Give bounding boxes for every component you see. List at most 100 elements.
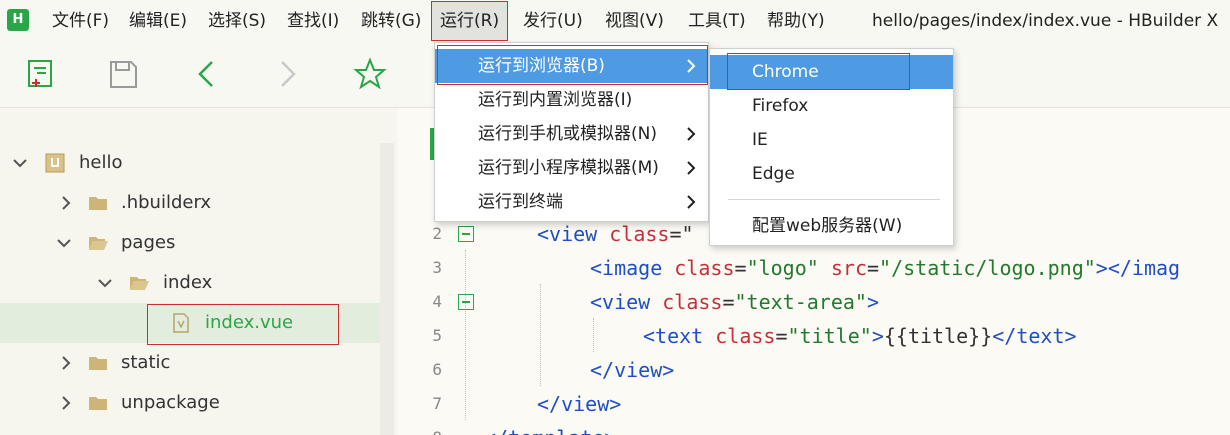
- menu-view[interactable]: 视图(V): [605, 0, 664, 42]
- hbuilder-logo-icon: H: [7, 9, 29, 31]
- code-token: "text-area": [734, 290, 867, 314]
- browser-edge-item[interactable]: Edge: [710, 157, 953, 191]
- chrome-highlight-box: [727, 53, 910, 90]
- forward-icon[interactable]: [270, 56, 306, 92]
- menu-goto[interactable]: 跳转(G): [361, 0, 421, 42]
- code-token: <view: [537, 222, 610, 246]
- chevron-right-icon: [687, 195, 696, 209]
- code-token: "title": [787, 324, 872, 348]
- code-token: class: [609, 222, 670, 246]
- browser-ie-item[interactable]: IE: [710, 123, 953, 157]
- menu-item-label: 运行到小程序模拟器(M): [478, 158, 659, 178]
- line-number: 6: [432, 360, 442, 379]
- back-icon[interactable]: [188, 56, 224, 92]
- menu-item-label: IE: [752, 130, 768, 150]
- new-file-icon[interactable]: [22, 56, 58, 92]
- line-number: 3: [432, 258, 442, 277]
- code-token: =: [722, 290, 735, 314]
- tree-item-hello[interactable]: hello: [0, 143, 380, 183]
- code-token: </view>: [537, 392, 622, 416]
- indent-guide: [540, 284, 541, 386]
- code-token: </view>: [590, 358, 675, 382]
- tree-label: pages: [121, 232, 176, 253]
- menu-find[interactable]: 查找(I): [287, 0, 339, 42]
- tree-item-hbuilderx[interactable]: .hbuilderx: [0, 183, 380, 223]
- tree-item-index[interactable]: index: [0, 263, 380, 303]
- code-token: <view: [590, 290, 663, 314]
- tree-item-pages[interactable]: pages: [0, 223, 380, 263]
- fold-collapse-icon[interactable]: [458, 294, 474, 310]
- menu-publish[interactable]: 发行(U): [523, 0, 583, 42]
- tree-label: hello: [79, 152, 123, 173]
- tree-label: index: [163, 272, 213, 293]
- menu-tools[interactable]: 工具(T): [688, 0, 746, 42]
- indent-guide: [465, 250, 466, 420]
- selection-highlight-box: [147, 304, 339, 345]
- chevron-right-icon: [687, 161, 696, 175]
- save-icon[interactable]: [105, 56, 141, 92]
- fold-collapse-icon[interactable]: [458, 226, 474, 242]
- chevron-right-icon: [687, 127, 696, 141]
- code-token: <image: [590, 256, 675, 280]
- run-to-phone-item[interactable]: 运行到手机或模拟器(N): [435, 117, 708, 151]
- code-token: =: [866, 256, 880, 280]
- menu-item-label: 配置web服务器(W): [752, 216, 903, 236]
- run-to-miniprogram-item[interactable]: 运行到小程序模拟器(M): [435, 151, 708, 185]
- code-token: "/static/logo.png": [879, 256, 1096, 280]
- menu-item-label: 运行到手机或模拟器(N): [478, 124, 657, 144]
- menu-item-label: Edge: [752, 164, 795, 184]
- code-token: class: [715, 324, 776, 348]
- chevron-right-icon[interactable]: [58, 355, 74, 371]
- configure-web-server-item[interactable]: 配置web服务器(W): [710, 209, 953, 243]
- line-number: 7: [432, 394, 442, 413]
- code-token: >: [866, 290, 880, 314]
- window-title: hello/pages/index/index.vue - HBuilder X: [872, 11, 1219, 31]
- menu-help[interactable]: 帮助(Y): [767, 0, 825, 42]
- menubar: H 文件(F) 编辑(E) 选择(S) 查找(I) 跳转(G) 运行(R) 发行…: [0, 0, 1230, 42]
- favorite-icon[interactable]: [352, 56, 388, 92]
- code-token: =": [669, 222, 694, 246]
- line-number: 5: [432, 326, 442, 345]
- folder-open-icon: [130, 277, 149, 290]
- code-token: </text>: [992, 324, 1077, 348]
- code-token: <text: [643, 324, 716, 348]
- run-to-terminal-item[interactable]: 运行到终端: [435, 185, 708, 219]
- code-token: =: [775, 324, 788, 348]
- menu-edit[interactable]: 编辑(E): [129, 0, 187, 42]
- run-to-browser-highlight-box: [437, 45, 708, 85]
- chevron-right-icon[interactable]: [58, 395, 74, 411]
- menu-select[interactable]: 选择(S): [208, 0, 266, 42]
- line-number: 2: [432, 224, 442, 243]
- code-token: class: [674, 256, 735, 280]
- line-number: 4: [432, 292, 442, 311]
- menu-item-label: Firefox: [752, 96, 809, 116]
- code-token: class: [662, 290, 723, 314]
- code-line: <text class="title">{{title}}</text>: [643, 319, 1077, 353]
- tree-item-static[interactable]: static: [0, 343, 380, 383]
- menu-separator: [728, 199, 940, 200]
- indent-guide: [593, 318, 594, 352]
- code-line: <view class="text-area">: [590, 285, 879, 319]
- code-line: </view>: [590, 353, 674, 387]
- chevron-down-icon[interactable]: [56, 235, 72, 251]
- sidebar-scrollbar[interactable]: [380, 143, 394, 435]
- code-token: </template>: [484, 426, 616, 435]
- code-token: >: [871, 324, 884, 348]
- chevron-down-icon[interactable]: [97, 275, 113, 291]
- chevron-down-icon[interactable]: [12, 155, 28, 171]
- code-token: src: [830, 256, 867, 280]
- folder-open-icon: [89, 237, 108, 250]
- code-line: </template>: [484, 421, 616, 435]
- line-number: 8: [420, 421, 442, 435]
- browser-firefox-item[interactable]: Firefox: [710, 89, 953, 123]
- menu-item-label: 运行到终端: [478, 192, 563, 212]
- tree-label: .hbuilderx: [121, 192, 212, 213]
- tree-item-unpackage[interactable]: unpackage: [0, 383, 380, 423]
- menu-file[interactable]: 文件(F): [52, 0, 109, 42]
- menu-run[interactable]: 运行(R): [431, 1, 509, 41]
- run-to-builtin-browser-item[interactable]: 运行到内置浏览器(I): [435, 83, 708, 117]
- code-line: </view>: [537, 387, 621, 421]
- project-icon: [45, 153, 65, 173]
- chevron-right-icon[interactable]: [58, 195, 74, 211]
- code-token: {{title}}: [883, 324, 993, 348]
